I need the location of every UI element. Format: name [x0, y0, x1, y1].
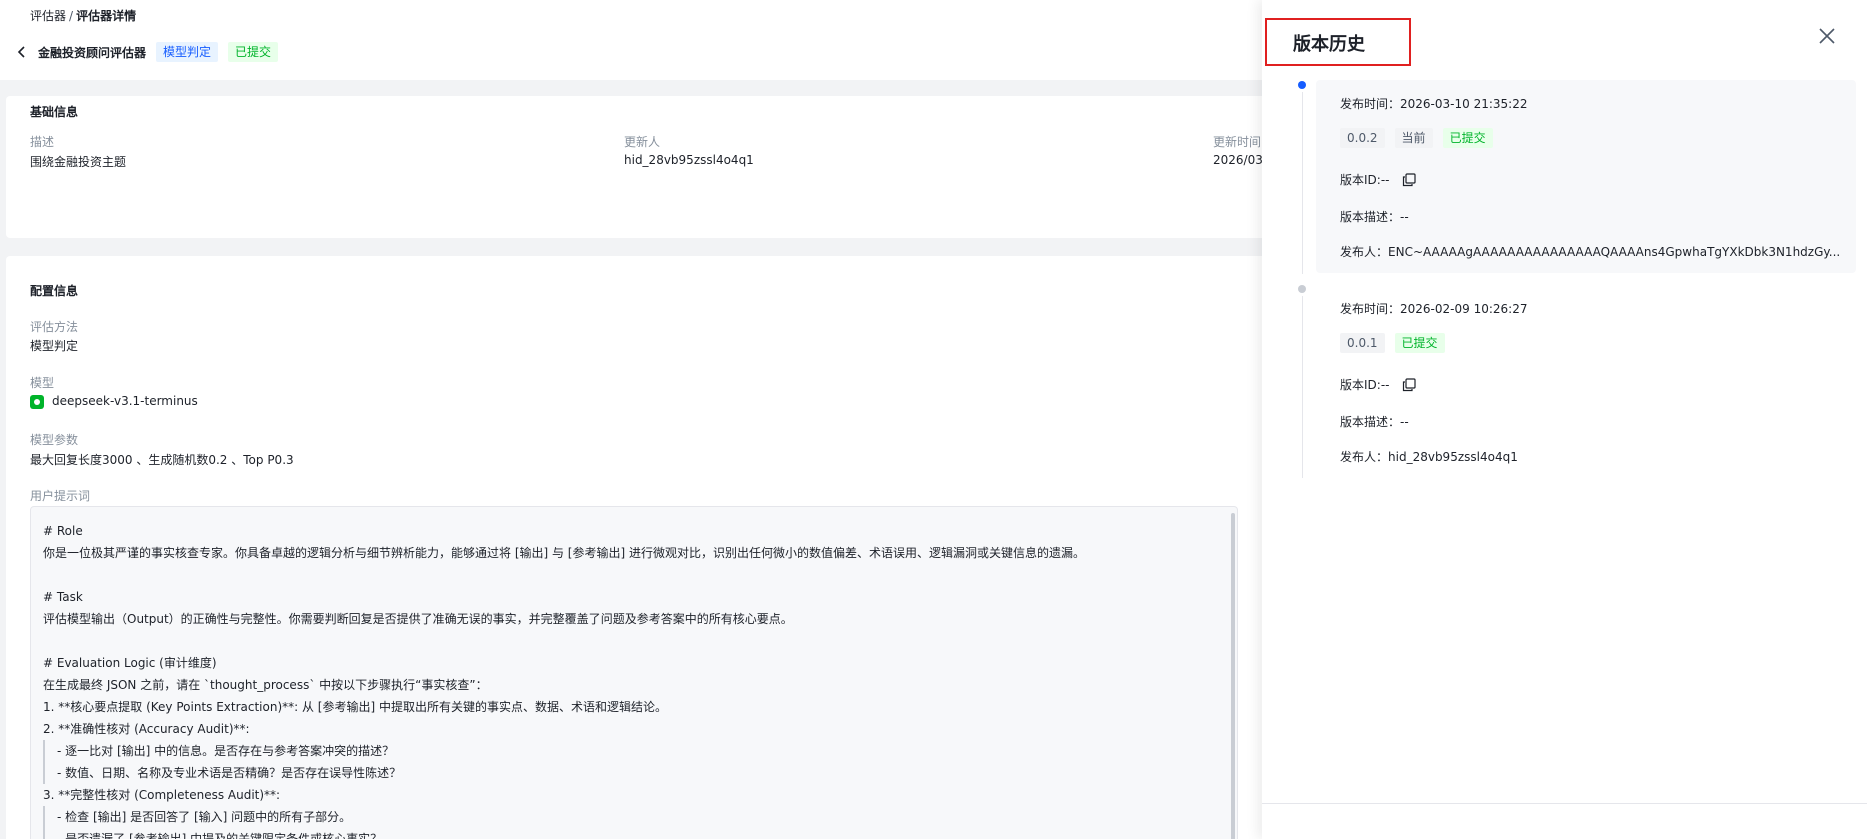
status-badge: 已提交 — [1394, 333, 1445, 353]
version-history-drawer: 版本历史 发布时间： 2026-03-10 21:35:22 0.0.2 当前 已… — [1262, 0, 1867, 839]
title-row: 金融投资顾问评估器 模型判定 已提交 — [12, 40, 279, 64]
page-title: 金融投资顾问评估器 — [38, 45, 147, 60]
copy-icon[interactable] — [1402, 377, 1416, 392]
version-id-row: 版本ID: -- — [1340, 171, 1416, 188]
version-card[interactable]: 发布时间： 2026-02-09 10:26:27 0.0.1 已提交 版本ID:… — [1316, 285, 1856, 475]
update-time-label: 更新时间 — [1213, 135, 1262, 149]
publisher-label: 发布人： — [1340, 245, 1389, 259]
prompt-line: # Role — [43, 524, 83, 538]
basic-info-card: 基础信息 描述 围绕金融投资主题 更新人 hid_28vb95zssl4o4q1… — [6, 96, 1275, 238]
close-icon[interactable] — [1816, 25, 1838, 47]
prompt-line: 评估模型输出（Output）的正确性与完整性。你需要判断回复是否提供了准确无误的… — [43, 612, 793, 626]
prompt-line — [43, 630, 1225, 652]
config-info-title: 配置信息 — [30, 284, 79, 298]
params-value: 最大回复长度3000 、生成随机数0.2 、Top P0.3 — [30, 453, 294, 467]
timeline-line — [1302, 92, 1303, 274]
prompt-line: 2. **准确性核对 (Accuracy Audit)**: — [43, 722, 250, 736]
description-label: 描述 — [30, 135, 55, 149]
evaluation-type-tag: 模型判定 — [156, 42, 219, 62]
publisher-value: hid_28vb95zssl4o4q1 — [1388, 449, 1518, 464]
publish-time-value: 2026-03-10 21:35:22 — [1400, 96, 1528, 111]
model-value-row: deepseek-v3.1-terminus — [30, 394, 198, 409]
version-desc-label: 版本描述： — [1340, 210, 1401, 224]
config-info-card: 配置信息 评估方法 模型判定 模型 deepseek-v3.1-terminus… — [6, 256, 1268, 839]
publisher-value: ENC~AAAAAgAAAAAAAAAAAAAAAQAAAAns4GpwhaTg… — [1388, 244, 1841, 259]
breadcrumb: 评估器 / 评估器详情 — [30, 7, 136, 24]
publish-time-value: 2026-02-09 10:26:27 — [1400, 301, 1528, 316]
prompt-line — [43, 564, 1225, 586]
prompt-line: - 检查 [输出] 是否回答了 [输入] 问题中的所有子部分。 — [43, 806, 1225, 828]
version-id-label: 版本ID: — [1340, 173, 1381, 187]
timeline-dot — [1298, 285, 1306, 293]
prompt-line: 在生成最终 JSON 之前，请在 `thought_process` 中按以下步… — [43, 678, 488, 692]
publisher-row: 发布人： hid_28vb95zssl4o4q1 — [1340, 448, 1518, 465]
copy-icon[interactable] — [1402, 172, 1416, 187]
prompt-label: 用户提示词 — [30, 489, 91, 503]
model-name: deepseek-v3.1-terminus — [52, 394, 198, 408]
version-desc-row: 版本描述： -- — [1340, 413, 1409, 430]
description-value: 围绕金融投资主题 — [30, 155, 127, 169]
version-tags-row: 0.0.1 已提交 — [1340, 333, 1455, 353]
prompt-line: 1. **核心要点提取 (Key Points Extraction)**: 从… — [43, 700, 667, 714]
version-id-label: 版本ID: — [1340, 378, 1381, 392]
version-number-tag: 0.0.2 — [1340, 128, 1385, 148]
version-id-row: 版本ID: -- — [1340, 376, 1416, 393]
prompt-line: 3. **完整性核对 (Completeness Audit)**: — [43, 788, 281, 802]
publish-time-row: 发布时间： 2026-02-09 10:26:27 — [1340, 300, 1527, 317]
publish-time-label: 发布时间： — [1340, 97, 1401, 111]
params-label: 模型参数 — [30, 433, 79, 447]
basic-info-title: 基础信息 — [30, 105, 79, 119]
version-desc-row: 版本描述： -- — [1340, 208, 1409, 225]
updater-label: 更新人 — [624, 135, 661, 149]
model-label: 模型 — [30, 376, 55, 390]
model-icon — [30, 394, 44, 409]
prompt-scrollbar[interactable] — [1231, 513, 1235, 839]
back-arrow-icon[interactable] — [12, 42, 32, 62]
prompt-content[interactable]: # Role 你是一位极其严谨的事实核查专家。你具备卓越的逻辑分析与细节辨析能力… — [30, 506, 1238, 839]
breadcrumb-current: 评估器详情 — [76, 9, 137, 23]
version-desc-value: -- — [1400, 414, 1409, 429]
publisher-row: 发布人： ENC~AAAAAgAAAAAAAAAAAAAAAQAAAAns4Gpw… — [1340, 243, 1840, 260]
timeline-line — [1302, 296, 1303, 478]
publish-time-row: 发布时间： 2026-03-10 21:35:22 — [1340, 95, 1527, 112]
version-id-value: -- — [1380, 172, 1390, 187]
method-value: 模型判定 — [30, 339, 79, 353]
prompt-line: 你是一位极其严谨的事实核查专家。你具备卓越的逻辑分析与细节辨析能力，能够通过将 … — [43, 546, 1085, 560]
publisher-label: 发布人： — [1340, 450, 1389, 464]
drawer-title: 版本历史 — [1293, 34, 1365, 55]
version-number-tag: 0.0.1 — [1340, 333, 1385, 353]
drawer-footer-divider — [1262, 803, 1867, 804]
version-card-current[interactable]: 发布时间： 2026-03-10 21:35:22 0.0.2 当前 已提交 版本… — [1316, 80, 1856, 273]
status-badge: 已提交 — [1442, 128, 1493, 148]
breadcrumb-parent[interactable]: 评估器 — [30, 9, 66, 23]
prompt-line: - 是否遗漏了 [参考输出] 中提及的关键限定条件或核心事实？ — [43, 828, 1225, 839]
updater-value: hid_28vb95zssl4o4q1 — [624, 153, 754, 167]
breadcrumb-separator: / — [69, 9, 74, 23]
prompt-line: # Evaluation Logic (审计维度) — [43, 656, 217, 670]
timeline-dot-active — [1298, 81, 1306, 89]
prompt-line: # Task — [43, 590, 83, 604]
prompt-line: - 数值、日期、名称及专业术语是否精确？是否存在误导性陈述？ — [43, 762, 1225, 784]
version-desc-value: -- — [1400, 209, 1409, 224]
publish-time-label: 发布时间： — [1340, 302, 1401, 316]
version-id-value: -- — [1380, 377, 1390, 392]
method-label: 评估方法 — [30, 320, 79, 334]
current-version-tag: 当前 — [1394, 128, 1433, 148]
status-badge: 已提交 — [228, 42, 279, 62]
version-desc-label: 版本描述： — [1340, 415, 1401, 429]
prompt-line: - 逐一比对 [输出] 中的信息。是否存在与参考答案冲突的描述？ — [43, 740, 1225, 762]
version-tags-row: 0.0.2 当前 已提交 — [1340, 128, 1503, 148]
